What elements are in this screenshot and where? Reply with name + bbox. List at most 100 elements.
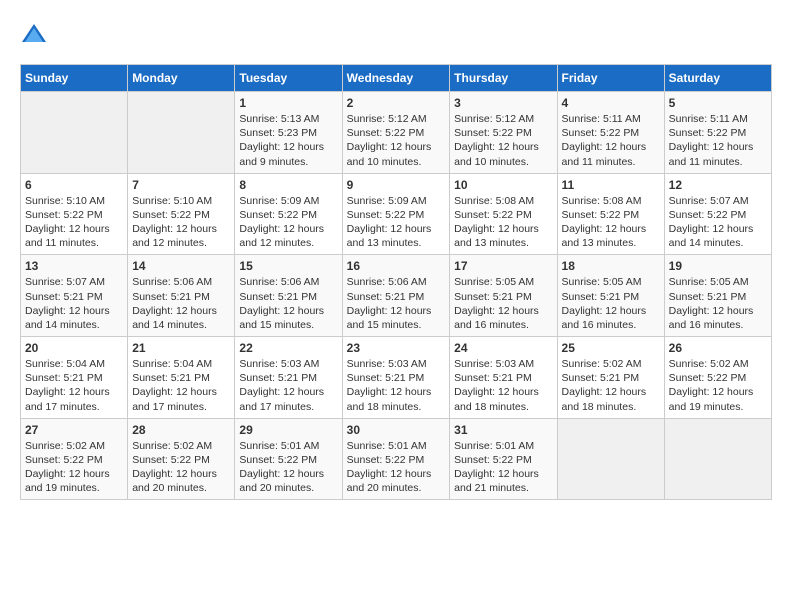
cell-info-text: Sunrise: 5:13 AM Sunset: 5:23 PM Dayligh…	[239, 112, 337, 169]
col-friday: Friday	[557, 65, 664, 92]
calendar-week-row: 13Sunrise: 5:07 AM Sunset: 5:21 PM Dayli…	[21, 255, 772, 337]
day-number: 15	[239, 259, 337, 273]
day-number: 1	[239, 96, 337, 110]
calendar-cell: 14Sunrise: 5:06 AM Sunset: 5:21 PM Dayli…	[128, 255, 235, 337]
calendar-cell: 6Sunrise: 5:10 AM Sunset: 5:22 PM Daylig…	[21, 173, 128, 255]
calendar-cell: 1 Sunrise: 5:13 AM Sunset: 5:23 PM Daylig…	[235, 92, 342, 174]
calendar-cell: 10 Sunrise: 5:08 AM Sunset: 5:22 PM Dayli…	[450, 173, 557, 255]
cell-info-text: Sunrise: 5:06 AM Sunset: 5:21 PM Dayligh…	[132, 275, 230, 332]
cell-info-text: Sunrise: 5:09 AM Sunset: 5:22 PM Dayligh…	[239, 194, 337, 251]
calendar-week-row: 20Sunrise: 5:04 AM Sunset: 5:21 PM Dayli…	[21, 337, 772, 419]
cell-info-text: Sunrise: 5:04 AM Sunset: 5:21 PM Dayligh…	[25, 357, 123, 414]
cell-info-text: Sunrise: 5:05 AM Sunset: 5:21 PM Dayligh…	[562, 275, 660, 332]
day-number: 31	[454, 423, 552, 437]
day-number: 19	[669, 259, 767, 273]
calendar-cell: 26 Sunrise: 5:02 AM Sunset: 5:22 PM Dayli…	[664, 337, 771, 419]
cell-info-text: Sunrise: 5:11 AM Sunset: 5:22 PM Dayligh…	[669, 112, 767, 169]
day-number: 6	[25, 178, 123, 192]
calendar-cell: 3 Sunrise: 5:12 AM Sunset: 5:22 PM Daylig…	[450, 92, 557, 174]
day-number: 9	[347, 178, 446, 192]
day-number: 5	[669, 96, 767, 110]
day-number: 3	[454, 96, 552, 110]
logo	[20, 20, 52, 48]
day-number: 17	[454, 259, 552, 273]
day-number: 7	[132, 178, 230, 192]
day-number: 11	[562, 178, 660, 192]
calendar-cell: 2 Sunrise: 5:12 AM Sunset: 5:22 PM Daylig…	[342, 92, 450, 174]
cell-info-text: Sunrise: 5:03 AM Sunset: 5:21 PM Dayligh…	[454, 357, 552, 414]
cell-info-text: Sunrise: 5:08 AM Sunset: 5:22 PM Dayligh…	[454, 194, 552, 251]
cell-info-text: Sunrise: 5:01 AM Sunset: 5:22 PM Dayligh…	[239, 439, 337, 496]
col-saturday: Saturday	[664, 65, 771, 92]
calendar-cell: 18 Sunrise: 5:05 AM Sunset: 5:21 PM Dayli…	[557, 255, 664, 337]
day-number: 13	[25, 259, 123, 273]
cell-info-text: Sunrise: 5:12 AM Sunset: 5:22 PM Dayligh…	[347, 112, 446, 169]
day-number: 2	[347, 96, 446, 110]
calendar-cell: 21 Sunrise: 5:04 AM Sunset: 5:21 PM Dayli…	[128, 337, 235, 419]
calendar-cell: 28 Sunrise: 5:02 AM Sunset: 5:22 PM Dayli…	[128, 418, 235, 500]
calendar-cell: 27Sunrise: 5:02 AM Sunset: 5:22 PM Dayli…	[21, 418, 128, 500]
col-sunday: Sunday	[21, 65, 128, 92]
day-number: 4	[562, 96, 660, 110]
cell-info-text: Sunrise: 5:05 AM Sunset: 5:21 PM Dayligh…	[669, 275, 767, 332]
day-number: 8	[239, 178, 337, 192]
col-thursday: Thursday	[450, 65, 557, 92]
day-number: 18	[562, 259, 660, 273]
calendar-table: Sunday Monday Tuesday Wednesday Thursday…	[20, 64, 772, 500]
calendar-cell: 4 Sunrise: 5:11 AM Sunset: 5:22 PM Daylig…	[557, 92, 664, 174]
calendar-cell: 31 Sunrise: 5:01 AM Sunset: 5:22 PM Dayli…	[450, 418, 557, 500]
calendar-cell: 25 Sunrise: 5:02 AM Sunset: 5:21 PM Dayli…	[557, 337, 664, 419]
calendar-cell: 15 Sunrise: 5:06 AM Sunset: 5:21 PM Dayli…	[235, 255, 342, 337]
cell-info-text: Sunrise: 5:02 AM Sunset: 5:22 PM Dayligh…	[25, 439, 123, 496]
cell-info-text: Sunrise: 5:06 AM Sunset: 5:21 PM Dayligh…	[239, 275, 337, 332]
day-number: 30	[347, 423, 446, 437]
cell-info-text: Sunrise: 5:01 AM Sunset: 5:22 PM Dayligh…	[347, 439, 446, 496]
calendar-week-row: 27Sunrise: 5:02 AM Sunset: 5:22 PM Dayli…	[21, 418, 772, 500]
calendar-cell: 29Sunrise: 5:01 AM Sunset: 5:22 PM Dayli…	[235, 418, 342, 500]
cell-info-text: Sunrise: 5:05 AM Sunset: 5:21 PM Dayligh…	[454, 275, 552, 332]
calendar-cell	[557, 418, 664, 500]
calendar-cell: 19 Sunrise: 5:05 AM Sunset: 5:21 PM Dayli…	[664, 255, 771, 337]
day-number: 28	[132, 423, 230, 437]
cell-info-text: Sunrise: 5:04 AM Sunset: 5:21 PM Dayligh…	[132, 357, 230, 414]
cell-info-text: Sunrise: 5:09 AM Sunset: 5:22 PM Dayligh…	[347, 194, 446, 251]
col-monday: Monday	[128, 65, 235, 92]
calendar-cell: 12Sunrise: 5:07 AM Sunset: 5:22 PM Dayli…	[664, 173, 771, 255]
cell-info-text: Sunrise: 5:12 AM Sunset: 5:22 PM Dayligh…	[454, 112, 552, 169]
calendar-cell: 13Sunrise: 5:07 AM Sunset: 5:21 PM Dayli…	[21, 255, 128, 337]
day-number: 10	[454, 178, 552, 192]
cell-info-text: Sunrise: 5:02 AM Sunset: 5:22 PM Dayligh…	[132, 439, 230, 496]
cell-info-text: Sunrise: 5:11 AM Sunset: 5:22 PM Dayligh…	[562, 112, 660, 169]
cell-info-text: Sunrise: 5:06 AM Sunset: 5:21 PM Dayligh…	[347, 275, 446, 332]
calendar-week-row: 6 Sunrise: 5:10 AM Sunset: 5:22 PM Daylig…	[21, 173, 772, 255]
calendar-cell	[664, 418, 771, 500]
calendar-cell: 30 Sunrise: 5:01 AM Sunset: 5:22 PM Dayli…	[342, 418, 450, 500]
calendar-cell: 17 Sunrise: 5:05 AM Sunset: 5:21 PM Dayli…	[450, 255, 557, 337]
calendar-cell: 16Sunrise: 5:06 AM Sunset: 5:21 PM Dayli…	[342, 255, 450, 337]
calendar-cell: 22 Sunrise: 5:03 AM Sunset: 5:21 PM Dayli…	[235, 337, 342, 419]
cell-info-text: Sunrise: 5:02 AM Sunset: 5:22 PM Dayligh…	[669, 357, 767, 414]
calendar-cell: 7 Sunrise: 5:10 AM Sunset: 5:22 PM Daylig…	[128, 173, 235, 255]
calendar-cell: 24Sunrise: 5:03 AM Sunset: 5:21 PM Dayli…	[450, 337, 557, 419]
cell-info-text: Sunrise: 5:02 AM Sunset: 5:21 PM Dayligh…	[562, 357, 660, 414]
cell-info-text: Sunrise: 5:01 AM Sunset: 5:22 PM Dayligh…	[454, 439, 552, 496]
cell-info-text: Sunrise: 5:03 AM Sunset: 5:21 PM Dayligh…	[347, 357, 446, 414]
calendar-cell: 9 Sunrise: 5:09 AM Sunset: 5:22 PM Daylig…	[342, 173, 450, 255]
calendar-header: Sunday Monday Tuesday Wednesday Thursday…	[21, 65, 772, 92]
calendar-cell: 8 Sunrise: 5:09 AM Sunset: 5:22 PM Daylig…	[235, 173, 342, 255]
calendar-cell	[21, 92, 128, 174]
day-number: 23	[347, 341, 446, 355]
calendar-body: 1 Sunrise: 5:13 AM Sunset: 5:23 PM Daylig…	[21, 92, 772, 500]
cell-info-text: Sunrise: 5:10 AM Sunset: 5:22 PM Dayligh…	[132, 194, 230, 251]
cell-info-text: Sunrise: 5:03 AM Sunset: 5:21 PM Dayligh…	[239, 357, 337, 414]
day-number: 21	[132, 341, 230, 355]
calendar-cell: 23 Sunrise: 5:03 AM Sunset: 5:21 PM Dayli…	[342, 337, 450, 419]
day-number: 26	[669, 341, 767, 355]
cell-info-text: Sunrise: 5:08 AM Sunset: 5:22 PM Dayligh…	[562, 194, 660, 251]
col-tuesday: Tuesday	[235, 65, 342, 92]
day-number: 25	[562, 341, 660, 355]
day-number: 22	[239, 341, 337, 355]
page-header	[20, 20, 772, 48]
calendar-cell	[128, 92, 235, 174]
calendar-cell: 20Sunrise: 5:04 AM Sunset: 5:21 PM Dayli…	[21, 337, 128, 419]
